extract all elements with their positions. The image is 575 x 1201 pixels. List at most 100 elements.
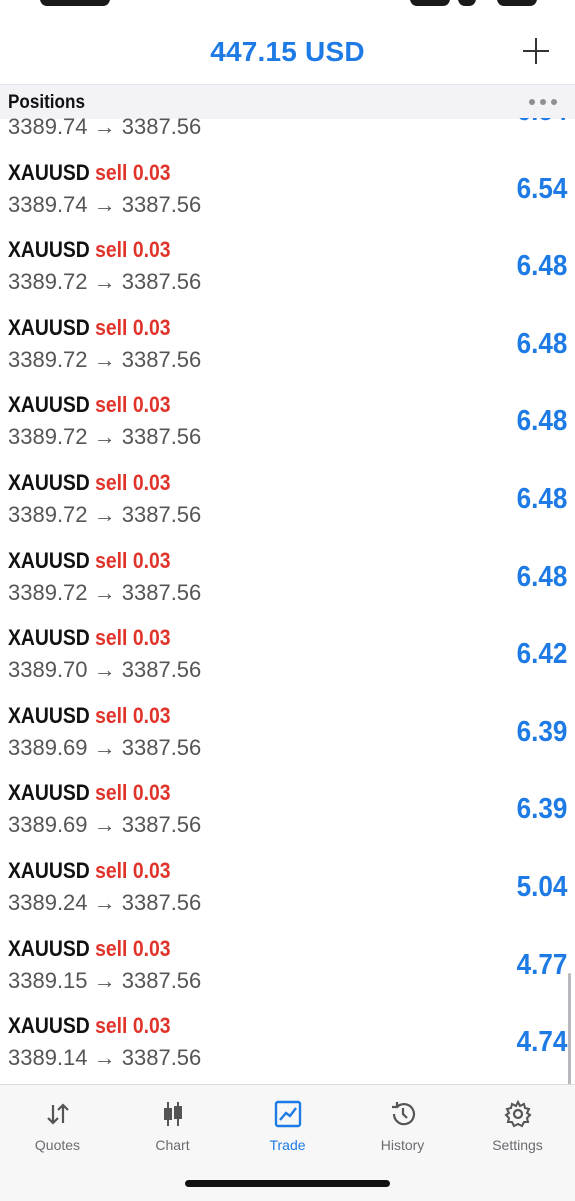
tab-trade[interactable]: Trade <box>230 1085 345 1165</box>
volume: 0.03 <box>132 780 171 806</box>
price-range: 3389.15 → 3387.56 <box>8 967 202 993</box>
tab-quotes[interactable]: Quotes <box>0 1085 115 1165</box>
symbol: XAUUSD <box>8 159 90 185</box>
position-title: XAUUSD sell 0.03 <box>8 548 171 574</box>
symbol: XAUUSD <box>8 702 90 728</box>
volume: 0.03 <box>132 314 171 340</box>
profit-value: 6.48 <box>516 327 567 360</box>
section-title: Positions <box>8 92 85 113</box>
price-range: 3389.24 → 3387.56 <box>8 889 202 915</box>
profit-value: 6.48 <box>516 405 567 438</box>
symbol: XAUUSD <box>8 469 90 495</box>
symbol: XAUUSD <box>8 935 90 961</box>
profit-value: 6.48 <box>516 482 567 515</box>
symbol: XAUUSD <box>8 780 90 806</box>
position-title: XAUUSD sell 0.03 <box>8 392 171 418</box>
profit-value: 4.77 <box>516 948 567 981</box>
price-range: 3389.70 → 3387.56 <box>8 657 202 683</box>
tab-settings[interactable]: Settings <box>460 1085 575 1165</box>
trade-chart-icon <box>274 1100 302 1128</box>
symbol: XAUUSD <box>8 857 90 883</box>
tab-label: History <box>380 1137 425 1153</box>
wifi-icon <box>458 0 476 6</box>
order-side: sell <box>95 1013 128 1039</box>
profit-value: 4.74 <box>516 1026 567 1059</box>
position-row[interactable]: XAUUSD sell 0.03 3389.72 → 3387.56 6.48 <box>0 229 575 307</box>
volume: 0.03 <box>132 1013 171 1039</box>
position-title: XAUUSD sell 0.03 <box>8 625 171 651</box>
tab-label: Chart <box>155 1137 190 1153</box>
price-range: 3389.69 → 3387.56 <box>8 812 202 838</box>
candlestick-icon <box>164 1102 182 1126</box>
symbol: XAUUSD <box>8 547 90 573</box>
position-row[interactable]: XAUUSD sell 0.03 3389.72 → 3387.56 6.48 <box>0 462 575 540</box>
volume: 0.03 <box>132 547 171 573</box>
symbol: XAUUSD <box>8 392 90 418</box>
position-row[interactable]: XAUUSD sell 0.03 3389.74 → 3387.56 6.54 <box>0 152 575 230</box>
signal-icon <box>410 0 450 6</box>
quotes-arrows-icon <box>47 1103 69 1125</box>
volume: 0.03 <box>132 392 171 418</box>
position-title: XAUUSD sell 0.03 <box>8 780 171 806</box>
position-title: XAUUSD sell 0.03 <box>8 315 171 341</box>
price-range: 3389.72 → 3387.56 <box>8 501 202 527</box>
position-row[interactable]: XAUUSD sell 0.03 3389.72 → 3387.56 6.48 <box>0 384 575 462</box>
position-row[interactable]: XAUUSD sell 0.03 3389.72 → 3387.56 6.48 <box>0 307 575 385</box>
gear-icon <box>504 1099 532 1128</box>
order-side: sell <box>95 857 128 883</box>
position-title: XAUUSD sell 0.03 <box>8 237 171 263</box>
position-row[interactable]: XAUUSD sell 0.03 3389.72 → 3387.56 6.48 <box>0 540 575 618</box>
symbol: XAUUSD <box>8 625 90 651</box>
profit-value: 6.39 <box>516 715 567 748</box>
volume: 0.03 <box>132 469 171 495</box>
price-range: 3389.74 → 3387.56 <box>8 118 202 139</box>
position-title: XAUUSD sell 0.03 <box>8 1013 171 1039</box>
order-side: sell <box>95 159 128 185</box>
position-title: XAUUSD sell 0.03 <box>8 703 171 729</box>
tab-label: Settings <box>492 1137 543 1153</box>
price-range: 3389.72 → 3387.56 <box>8 269 202 295</box>
position-row[interactable]: 3389.74 → 3387.56 6.54 <box>0 118 575 152</box>
position-row[interactable]: XAUUSD sell 0.03 3389.69 → 3387.56 6.39 <box>0 695 575 773</box>
position-title: XAUUSD sell 0.03 <box>8 936 171 962</box>
order-side: sell <box>95 780 128 806</box>
position-title: XAUUSD sell 0.03 <box>8 470 171 496</box>
price-range: 3389.72 → 3387.56 <box>8 424 202 450</box>
volume: 0.03 <box>132 625 171 651</box>
position-row[interactable]: XAUUSD sell 0.03 3389.15 → 3387.56 4.77 <box>0 928 575 1006</box>
balance-title: 447.15 USD <box>210 36 365 67</box>
header: 447.15 USD <box>0 24 575 84</box>
volume: 0.03 <box>132 935 171 961</box>
price-range: 3389.72 → 3387.56 <box>8 579 202 605</box>
tab-history[interactable]: History <box>345 1085 460 1165</box>
order-side: sell <box>95 314 128 340</box>
price-range: 3389.72 → 3387.56 <box>8 346 202 372</box>
position-row[interactable]: XAUUSD sell 0.03 3389.70 → 3387.56 6.42 <box>0 617 575 695</box>
tab-chart[interactable]: Chart <box>115 1085 230 1165</box>
volume: 0.03 <box>132 857 171 883</box>
price-range: 3389.69 → 3387.56 <box>8 734 202 760</box>
tab-label: Trade <box>269 1137 306 1153</box>
profit-value: 5.04 <box>516 870 567 903</box>
scrollbar[interactable] <box>568 973 571 1084</box>
status-time-fragment <box>40 0 110 6</box>
price-range: 3389.14 → 3387.56 <box>8 1045 202 1071</box>
order-side: sell <box>95 625 128 651</box>
new-order-plus-icon[interactable] <box>521 36 551 66</box>
order-side: sell <box>95 392 128 418</box>
position-row[interactable]: XAUUSD sell 0.03 3389.24 → 3387.56 5.04 <box>0 850 575 928</box>
history-clock-icon <box>392 1102 416 1126</box>
position-row[interactable]: XAUUSD sell 0.03 3389.14 → 3387.56 4.74 <box>0 1005 575 1083</box>
positions-list[interactable]: 3389.74 → 3387.56 6.54 XAUUSD sell 0.03 338… <box>0 118 575 1084</box>
profit-value: 6.48 <box>516 250 567 283</box>
profit-value: 6.42 <box>516 638 567 671</box>
volume: 0.03 <box>132 159 171 185</box>
position-row[interactable]: XAUUSD sell 0.03 3389.69 → 3387.56 6.39 <box>0 772 575 850</box>
profit-value: 6.39 <box>516 793 567 826</box>
order-side: sell <box>95 935 128 961</box>
order-side: sell <box>95 469 128 495</box>
more-options-icon[interactable] <box>529 99 559 107</box>
profit-value: 6.54 <box>516 118 567 128</box>
tab-label: Quotes <box>34 1137 81 1153</box>
symbol: XAUUSD <box>8 314 90 340</box>
